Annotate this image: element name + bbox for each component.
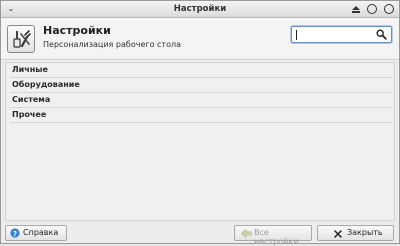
all-settings-label: Все настройки bbox=[254, 228, 299, 246]
category-hardware[interactable]: Оборудование bbox=[10, 78, 392, 93]
category-personal[interactable]: Личные bbox=[10, 63, 392, 78]
help-icon: ? bbox=[10, 228, 20, 238]
all-settings-button: Все настройки bbox=[234, 225, 312, 246]
close-x-icon bbox=[334, 230, 342, 238]
header: Настройки Персонализация рабочего стола bbox=[1, 18, 399, 60]
shade-icon[interactable] bbox=[351, 4, 361, 14]
page-subtitle: Персонализация рабочего стола bbox=[43, 40, 181, 49]
help-button[interactable]: ? Справка bbox=[5, 225, 67, 241]
svg-text:?: ? bbox=[13, 230, 17, 238]
category-other[interactable]: Прочее bbox=[10, 108, 392, 123]
category-label: Личные bbox=[12, 65, 48, 74]
category-label: Прочее bbox=[12, 110, 47, 119]
search-icon[interactable] bbox=[376, 29, 387, 40]
close-icon[interactable] bbox=[384, 4, 394, 14]
maximize-icon[interactable] bbox=[367, 4, 377, 14]
page-title: Настройки bbox=[43, 24, 111, 37]
window-title: Настройки bbox=[173, 4, 227, 14]
close-button-label: Закрыть bbox=[347, 228, 383, 237]
category-label: Система bbox=[12, 95, 51, 104]
settings-window: ⌄ Настройки Настройки Персонализация раб… bbox=[0, 0, 400, 246]
arrow-left-icon bbox=[241, 229, 252, 238]
help-button-label: Справка bbox=[23, 228, 59, 237]
search-input[interactable] bbox=[291, 26, 392, 43]
category-label: Оборудование bbox=[12, 80, 80, 89]
text-caret bbox=[296, 30, 297, 40]
category-system[interactable]: Система bbox=[10, 93, 392, 108]
settings-tools-icon bbox=[7, 25, 35, 53]
close-button[interactable]: Закрыть bbox=[317, 225, 394, 241]
categories-panel: Личные Оборудование Система Прочее bbox=[5, 62, 395, 221]
titlebar: ⌄ Настройки bbox=[1, 1, 399, 18]
